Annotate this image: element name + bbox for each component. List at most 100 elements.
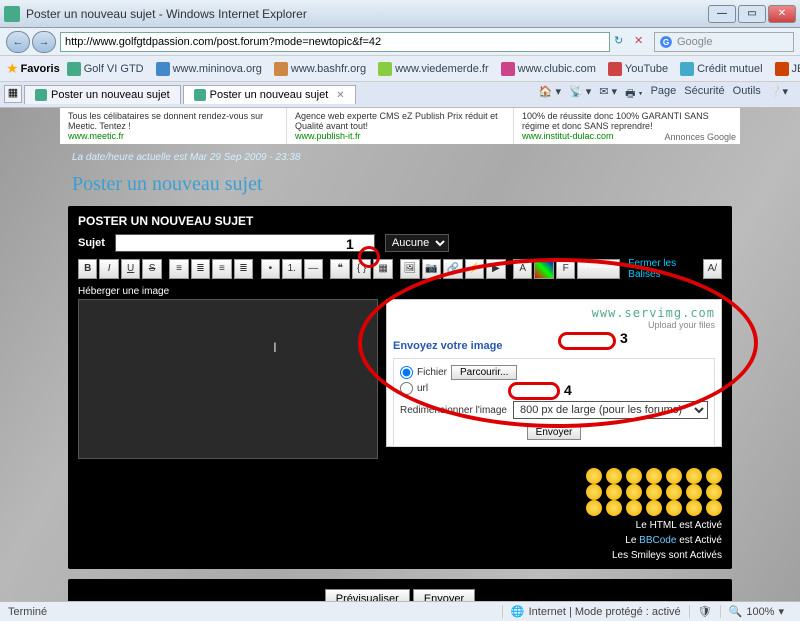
flash-button[interactable]: ⚡ [465,259,484,279]
menu-page[interactable]: Page [651,85,677,104]
smiley-icon[interactable] [646,500,662,516]
smiley-icon[interactable] [666,484,682,500]
message-textarea[interactable] [78,299,378,459]
url-radio[interactable] [400,382,413,395]
favorites-label[interactable]: Favoris [21,63,60,75]
smiley-icon[interactable] [586,500,602,516]
ad[interactable]: Agence web experte CMS eZ Publish Prix r… [287,108,514,144]
send-button[interactable]: Envoyer [413,589,475,601]
favorites-star-icon[interactable]: ★ [6,60,19,77]
smiley-icon[interactable] [706,468,722,484]
back-button[interactable]: ← [6,31,30,53]
list-ul-button[interactable]: • [261,259,280,279]
align-left-button[interactable]: ≡ [169,259,188,279]
smiley-icon[interactable] [586,484,602,500]
align-right-button[interactable]: ≡ [212,259,231,279]
image-button[interactable]: 📷 [422,259,441,279]
mode-button[interactable]: A/ [703,259,722,279]
underline-button[interactable]: U [121,259,140,279]
list-ol-button[interactable]: 1. [282,259,301,279]
code-button[interactable]: { } [352,259,371,279]
status-left: Terminé [8,606,47,618]
menu-mail[interactable]: ✉ ▾ [599,85,617,104]
menu-help-icon[interactable]: ❔▾ [769,85,788,104]
smiley-icon[interactable] [666,468,682,484]
tab[interactable]: Poster un nouveau sujet [24,85,181,104]
maximize-button[interactable]: ▭ [738,5,766,23]
smiley-icon[interactable] [706,500,722,516]
minimize-button[interactable]: — [708,5,736,23]
resize-select[interactable]: 800 px de large (pour les forums) [513,401,708,419]
smiley-icon[interactable] [646,484,662,500]
strike-button[interactable]: S [142,259,161,279]
smiley-icon[interactable] [646,468,662,484]
url-input[interactable] [60,32,610,52]
smiley-icon[interactable] [686,500,702,516]
smiley-icon[interactable] [666,500,682,516]
status-zone: 🌐 Internet | Mode protégé : activé [502,605,689,618]
smiley-icon[interactable] [606,468,622,484]
refresh-icon[interactable]: ↻ [614,34,630,50]
size-button[interactable]: A [513,259,532,279]
smiley-icon[interactable] [626,468,642,484]
close-button[interactable]: ✕ [768,5,796,23]
form-header: POSTER UN NOUVEAU SUJET [78,214,722,228]
smiley-icon[interactable] [626,484,642,500]
table-button[interactable]: ▦ [373,259,392,279]
type-select[interactable]: Aucune [385,234,449,252]
fav-item[interactable]: www.mininova.org [151,60,267,78]
menu-feeds[interactable]: 📡 ▾ [569,85,591,104]
smiley-icon[interactable] [626,500,642,516]
favorites-bar: ★ Favoris Golf VI GTD www.mininova.org w… [0,56,800,82]
fav-item[interactable]: Crédit mutuel [675,60,767,78]
host-image-button[interactable]: 🖼 [400,259,419,279]
fav-item[interactable]: www.clubic.com [496,60,601,78]
smiley-icon[interactable] [686,484,702,500]
fav-item[interactable]: Golf VI GTD [62,60,149,78]
smiley-icon[interactable] [586,468,602,484]
bold-button[interactable]: B [78,259,97,279]
menu-home[interactable]: 🏠 ▾ [539,85,561,104]
fav-item[interactable]: www.bashfr.org [269,60,371,78]
font-button[interactable]: F [556,259,575,279]
quote-button[interactable]: ❝ [330,259,349,279]
video-button[interactable]: ▶ [486,259,505,279]
bbcode-toolbar: B I U S ≡ ≣ ≡ ≣ • 1. — ❝ { } ▦ [78,258,722,280]
link-button[interactable]: 🔗 [443,259,462,279]
envoyer-upload-button[interactable]: Envoyer [527,425,582,440]
align-justify-button[interactable]: ≣ [234,259,253,279]
smiley-icon[interactable] [606,500,622,516]
sujet-input[interactable] [115,234,375,252]
hr-button[interactable]: — [304,259,323,279]
smiley-icon[interactable] [686,468,702,484]
submit-bar: Prévisualiser Envoyer [68,579,732,601]
italic-button[interactable]: I [99,259,118,279]
menu-security[interactable]: Sécurité [684,85,724,104]
search-box[interactable]: G Google [654,32,794,52]
preview-button[interactable]: Prévisualiser [325,589,410,601]
fav-item[interactable]: www.viedemerde.fr [373,60,494,78]
smiley-icon[interactable] [606,484,622,500]
autres-button[interactable]: Autres [577,259,620,279]
tabstrip-button[interactable]: ▦ [4,85,22,103]
fichier-radio[interactable] [400,366,413,379]
parcourir-button[interactable]: Parcourir... [451,365,517,380]
smiley-icon[interactable] [706,484,722,500]
color-button[interactable] [534,259,553,279]
ad[interactable]: 100% de réussite donc 100% GARANTI SANS … [514,108,740,144]
status-protect-icon[interactable]: 🛡 [689,605,720,618]
ad[interactable]: Tous les célibataires se donnent rendez-… [60,108,287,144]
stop-icon[interactable]: ✕ [634,34,650,50]
fav-item[interactable]: JEUXVIDEO.COM [770,60,800,78]
close-tab-icon[interactable]: ✕ [336,90,344,101]
fav-item[interactable]: YouTube [603,60,673,78]
tab-active[interactable]: Poster un nouveau sujet✕ [183,85,356,104]
align-center-button[interactable]: ≣ [191,259,210,279]
close-tags-link[interactable]: Fermer les Balises [628,258,700,280]
status-smileys: Les Smileys sont Activés [78,550,722,561]
statusbar: Terminé 🌐 Internet | Mode protégé : acti… [0,601,800,621]
menu-tools[interactable]: Outils [733,85,761,104]
menu-print[interactable]: 🖶 ▾ [625,85,643,104]
zoom-control[interactable]: 🔍 100% ▾ [720,605,792,618]
forward-button[interactable]: → [32,31,56,53]
